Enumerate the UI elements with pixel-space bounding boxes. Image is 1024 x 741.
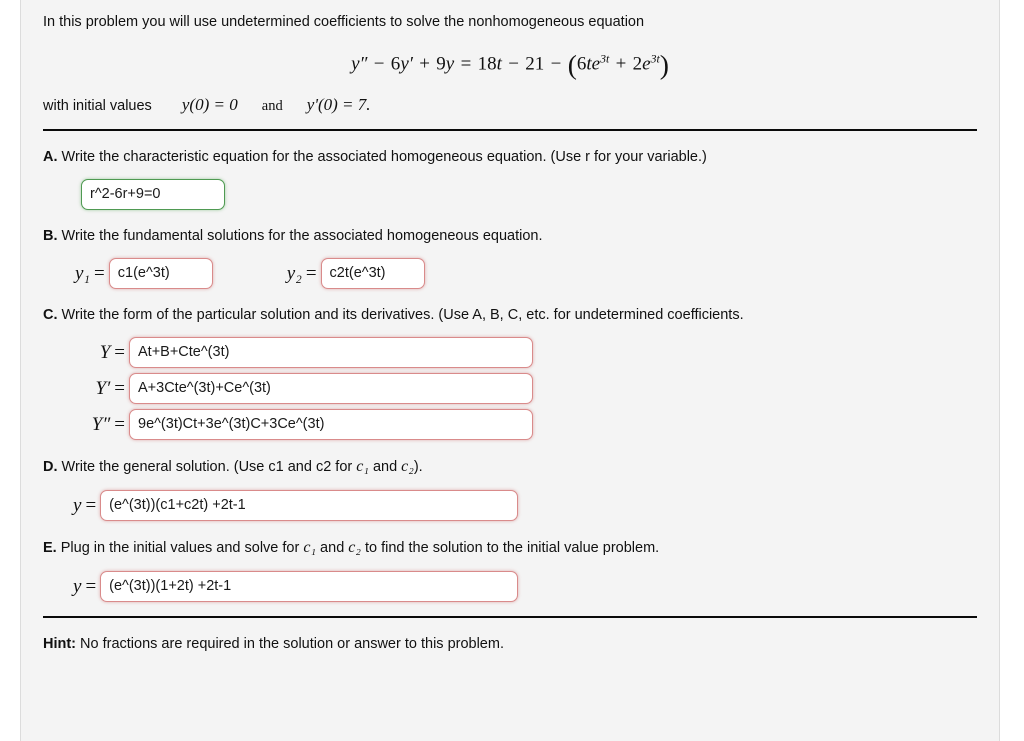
initial-value-1: y(0) = 0 [181, 95, 238, 115]
part-c-answer-row-1: Y = At+B+Cte^(3t) [43, 337, 977, 369]
part-c-equals-3: = [114, 413, 125, 435]
part-b-prompt: B. Write the fundamental solutions for t… [43, 228, 977, 244]
initial-value-2: y'(0) = 7. [306, 95, 371, 115]
part-c-label-Y-text: Y [99, 341, 111, 363]
part-c-text: Write the form of the particular solutio… [61, 307, 744, 324]
part-d-var-c2: c₂ [401, 458, 414, 476]
divider-bottom [43, 616, 977, 619]
part-c-answer-input-Yprime[interactable]: A+3Cte^(3t)+Ce^(3t) [129, 373, 533, 405]
divider-top [43, 129, 977, 132]
part-d-prompt: D. Write the general solution. (Use c1 a… [43, 458, 977, 476]
problem-page: In this problem you will use undetermine… [20, 0, 1000, 741]
part-e-answer-row: y = (e^(3t))(1+2t) +2t-1 [43, 571, 977, 603]
part-c-label-Ypp-text: Y″ [91, 413, 111, 435]
hint-text: No fractions are required in the solutio… [76, 636, 504, 653]
part-a-answer-row: r^2-6r+9=0 [43, 179, 977, 211]
part-c-label-Ypp: Y″ = [71, 414, 129, 436]
part-e-text-after: to find the solution to the initial valu… [360, 540, 660, 557]
part-c-answer-input-Ydoubleprime[interactable]: 9e^(3t)Ct+3e^(3t)C+3Ce^(3t) [129, 409, 533, 441]
initial-values-line: with initial values y(0) = 0 and y'(0) =… [43, 95, 977, 115]
part-e-label-y: y = [73, 576, 100, 598]
part-e-letter: E. [43, 540, 57, 557]
problem-content: In this problem you will use undetermine… [21, 0, 999, 652]
part-e-var-c2: c₂ [348, 539, 361, 557]
part-b-label-y1-text: y₁ [75, 262, 91, 284]
part-c-equals-1: = [114, 341, 125, 363]
part-c-answer-row-3: Y″ = 9e^(3t)Ct+3e^(3t)C+3Ce^(3t) [43, 409, 977, 441]
part-c-answer-row-2: Y′ = A+3Cte^(3t)+Ce^(3t) [43, 373, 977, 405]
part-c-label-Y: Y = [71, 342, 129, 364]
initial-values-label: with initial values [43, 98, 152, 115]
part-d-answer-row: y = (e^(3t))(c1+c2t) +2t-1 [43, 490, 977, 522]
part-d-var-c1: c₁ [356, 458, 369, 476]
part-c-label-Yp-text: Y′ [95, 377, 111, 399]
part-d-text-after: ). [413, 459, 423, 476]
part-d-letter: D. [43, 459, 58, 476]
part-a-answer-input[interactable]: r^2-6r+9=0 [81, 179, 225, 211]
part-b-equals-1: = [94, 262, 105, 284]
part-c-prompt: C. Write the form of the particular solu… [43, 307, 977, 323]
part-c-answer-input-Y[interactable]: At+B+Cte^(3t) [129, 337, 533, 369]
part-e-equals: = [85, 575, 97, 597]
problem-intro: In this problem you will use undetermine… [43, 14, 645, 30]
hint-row: Hint: No fractions are required in the s… [43, 636, 977, 652]
part-d-text-before: Write the general solution. (Use c1 and … [61, 459, 357, 476]
part-d-text-mid: and [368, 459, 402, 476]
main-equation: y″ − 6y′ + 9y = 18t − 21 − (6te3t + 2e3t… [351, 49, 669, 81]
part-b-label-y2-text: y₂ [286, 262, 302, 284]
part-a-letter: A. [43, 149, 58, 166]
part-e-prompt: E. Plug in the initial values and solve … [43, 539, 977, 557]
part-b-letter: B. [43, 228, 58, 245]
part-e-var-c1: c₁ [303, 539, 317, 557]
part-d-answer-input[interactable]: (e^(3t))(c1+c2t) +2t-1 [100, 490, 519, 522]
part-c-label-Yp: Y′ = [71, 378, 129, 400]
part-b-text: Write the fundamental solutions for the … [61, 228, 543, 245]
part-e-answer-input[interactable]: (e^(3t))(1+2t) +2t-1 [100, 571, 519, 603]
part-b-answer-input-y1[interactable]: c1(e^3t) [108, 258, 213, 290]
part-b-answer-input-y2[interactable]: c2t(e^3t) [320, 258, 425, 290]
part-a-prompt: A. Write the characteristic equation for… [43, 149, 977, 165]
initial-values-conjunction: and [261, 98, 283, 115]
part-e-text-mid: and [316, 540, 349, 557]
part-b-label-y1: y₁ = [75, 263, 109, 285]
part-b-equals-2: = [305, 262, 317, 284]
part-a-text: Write the characteristic equation for th… [61, 149, 707, 166]
part-d-label-y: y = [73, 495, 100, 517]
part-c-letter: C. [43, 307, 58, 324]
part-c-equals-2: = [114, 377, 125, 399]
part-b-answer-row: y₁ = c1(e^3t) y₂ = c2t(e^3t) [43, 258, 977, 290]
part-e-text-before: Plug in the initial values and solve for [60, 540, 304, 557]
part-b-label-y2: y₂ = [287, 263, 321, 285]
hint-label: Hint: [43, 636, 77, 653]
part-d-equals: = [85, 494, 97, 516]
